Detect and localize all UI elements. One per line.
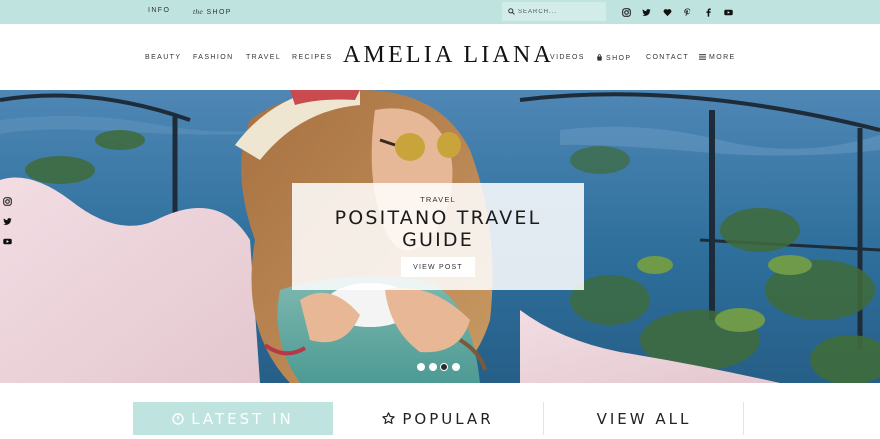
hero-slider: TRAVEL POSITANO TRAVEL GUIDE VIEW POST bbox=[0, 90, 880, 383]
tab-view-all[interactable]: VIEW ALL bbox=[545, 402, 743, 435]
tab-view-all-label: VIEW ALL bbox=[596, 409, 692, 428]
slider-dot-active[interactable] bbox=[440, 363, 448, 371]
tab-popular[interactable]: POPULAR bbox=[334, 402, 542, 435]
site-header: BEAUTY FASHION TRAVEL RECIPES AMELIA LIA… bbox=[0, 24, 880, 90]
featured-post-card: TRAVEL POSITANO TRAVEL GUIDE VIEW POST bbox=[292, 183, 584, 290]
shopping-bag-icon bbox=[597, 54, 602, 61]
nav-shop-label: SHOP bbox=[606, 55, 632, 62]
nav-videos[interactable]: VIDEOS bbox=[550, 54, 585, 61]
search-input[interactable] bbox=[518, 8, 598, 15]
tab-divider bbox=[543, 402, 544, 435]
nav-beauty[interactable]: BEAUTY bbox=[145, 54, 181, 61]
slider-dot[interactable] bbox=[451, 363, 460, 371]
tab-latest-label: LATEST IN bbox=[191, 409, 294, 428]
info-link[interactable]: INFO bbox=[148, 7, 170, 14]
slider-dot[interactable] bbox=[428, 363, 437, 371]
the-shop-link[interactable]: the SHOP bbox=[193, 7, 232, 16]
facebook-icon[interactable] bbox=[698, 5, 719, 19]
nav-contact[interactable]: CONTACT bbox=[646, 54, 689, 61]
heart-icon[interactable] bbox=[657, 5, 678, 19]
content-tabs: LATEST IN POPULAR VIEW ALL bbox=[0, 383, 880, 439]
post-title-line2: GUIDE bbox=[402, 229, 474, 251]
search-box[interactable] bbox=[502, 2, 606, 21]
top-social-icons bbox=[616, 5, 739, 19]
nav-more-label: MORE bbox=[709, 54, 736, 61]
post-category[interactable]: TRAVEL bbox=[292, 195, 584, 204]
the-shop-prefix: the bbox=[193, 7, 204, 16]
top-bar: INFO the SHOP bbox=[0, 0, 880, 24]
nav-recipes[interactable]: RECIPES bbox=[292, 54, 333, 61]
youtube-icon[interactable] bbox=[719, 5, 740, 19]
instagram-icon[interactable] bbox=[616, 5, 637, 19]
view-post-button[interactable]: VIEW POST bbox=[401, 257, 475, 277]
the-shop-label: SHOP bbox=[206, 9, 232, 16]
post-title-line1: POSITANO TRAVEL bbox=[334, 207, 542, 229]
tab-popular-label: POPULAR bbox=[402, 409, 494, 428]
nav-fashion[interactable]: FASHION bbox=[193, 54, 234, 61]
pinterest-icon[interactable] bbox=[678, 5, 699, 19]
post-title[interactable]: POSITANO TRAVEL GUIDE bbox=[292, 207, 584, 251]
side-twitter-icon[interactable] bbox=[2, 216, 12, 226]
tab-latest-in[interactable]: LATEST IN bbox=[133, 402, 333, 435]
side-youtube-icon[interactable] bbox=[2, 236, 12, 246]
side-instagram-icon[interactable] bbox=[2, 196, 12, 206]
clock-icon bbox=[172, 412, 184, 425]
nav-travel[interactable]: TRAVEL bbox=[246, 54, 281, 61]
site-logo[interactable]: AMELIA LIANA bbox=[343, 42, 554, 69]
twitter-icon[interactable] bbox=[637, 5, 658, 19]
slider-dots bbox=[417, 363, 460, 371]
tab-divider bbox=[743, 402, 744, 435]
star-icon bbox=[382, 412, 396, 424]
slider-dot[interactable] bbox=[417, 363, 425, 371]
search-icon bbox=[508, 8, 515, 15]
nav-shop[interactable]: SHOP bbox=[596, 54, 631, 62]
menu-icon bbox=[699, 54, 706, 60]
nav-more[interactable]: MORE bbox=[699, 54, 736, 61]
